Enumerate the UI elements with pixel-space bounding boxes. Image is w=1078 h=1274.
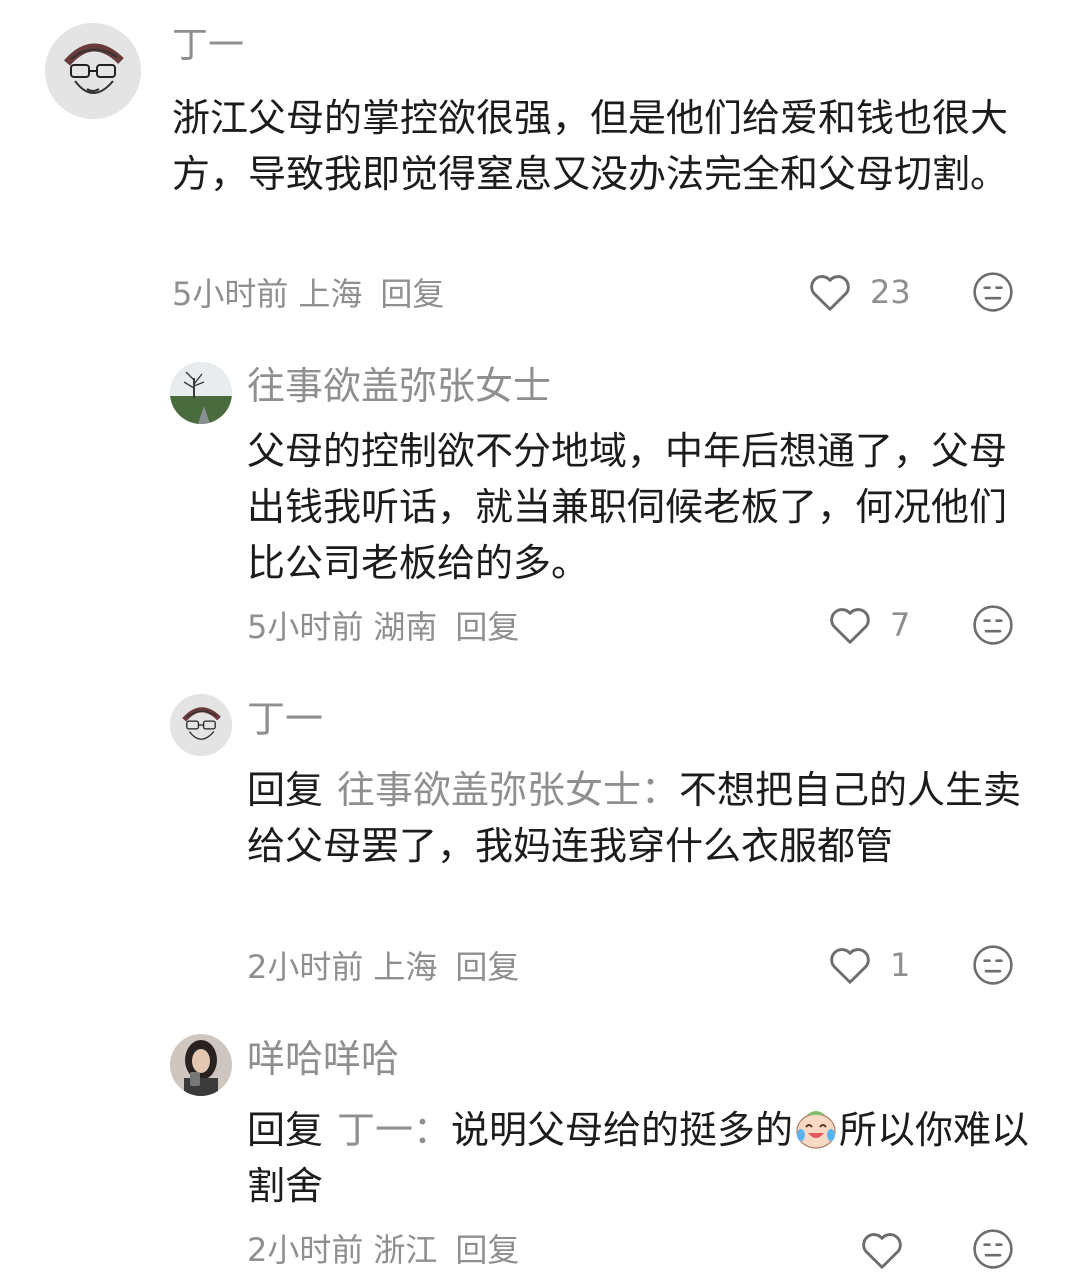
author-name[interactable]: 丁一 (247, 694, 323, 744)
reply-button[interactable]: 回复 (455, 602, 519, 648)
author-name[interactable]: 往事欲盖弥张女士 (247, 361, 551, 411)
comment-meta: 5小时前 上海 回复 (172, 270, 444, 314)
neutral-face-icon (973, 272, 1013, 312)
avatar[interactable] (170, 362, 232, 424)
comment-text: 父母的控制欲不分地域，中年后想通了，父母出钱我听话，就当兼职伺候老板了，何况他们… (247, 429, 1008, 585)
author-name[interactable]: 丁一 (172, 22, 244, 70)
like-button[interactable]: 1 (828, 943, 910, 987)
like-count: 1 (890, 946, 911, 984)
comment-meta: 2小时前 上海 回复 (247, 943, 519, 987)
heart-icon (830, 608, 870, 644)
sketch-glasses-avatar-icon (170, 694, 232, 756)
landscape-tree-avatar-icon (170, 362, 232, 424)
avatar[interactable] (170, 694, 232, 756)
crying-laughing-emoji-icon (796, 1111, 836, 1149)
avatar[interactable] (170, 1034, 232, 1096)
comment-text: 浙江父母的掌控欲很强，但是他们给爱和钱也很大方，导致我即觉得窒息又没办法完全和父… (172, 96, 1009, 196)
heart-icon (862, 1233, 902, 1269)
timestamp: 5小时前 (172, 275, 289, 313)
like-button[interactable]: 23 (808, 270, 911, 314)
timestamp: 5小时前 (247, 608, 364, 646)
comment-meta: 5小时前 湖南 回复 (247, 603, 519, 647)
like-count: 7 (890, 606, 911, 644)
heart-icon (810, 275, 850, 311)
reply-prefix: 回复 (247, 768, 324, 812)
timestamp: 2小时前 (247, 948, 364, 986)
location: 上海 (373, 948, 438, 986)
timestamp: 2小时前 (247, 1231, 364, 1269)
reply-text-before: 说明父母给的挺多的 (451, 1108, 794, 1152)
comment-meta: 2小时前 浙江 回复 (247, 1226, 519, 1270)
reply-button[interactable]: 回复 (455, 1225, 519, 1271)
reply-target-name[interactable]: 往事欲盖弥张女士： (337, 768, 679, 812)
dislike-button[interactable] (972, 1228, 1014, 1270)
dislike-button[interactable] (972, 604, 1014, 646)
location: 湖南 (373, 608, 438, 646)
location: 上海 (298, 275, 363, 313)
dislike-button[interactable] (972, 944, 1014, 986)
avatar[interactable] (45, 23, 141, 119)
dislike-button[interactable] (972, 271, 1014, 313)
like-button[interactable] (860, 1228, 904, 1272)
girl-photo-avatar-icon (170, 1034, 232, 1096)
like-count: 23 (870, 273, 911, 311)
comment-text: 回复 往事欲盖弥张女士：不想把自己的人生卖给父母罢了，我妈连我穿什么衣服都管 (247, 762, 1037, 874)
neutral-face-icon (973, 605, 1013, 645)
reply-target-name[interactable]: 丁一： (337, 1108, 451, 1152)
reply-button[interactable]: 回复 (455, 942, 519, 988)
heart-icon (830, 948, 870, 984)
neutral-face-icon (973, 945, 1013, 985)
like-button[interactable]: 7 (828, 603, 910, 647)
reply-prefix: 回复 (247, 1108, 324, 1152)
neutral-face-icon (973, 1229, 1013, 1269)
comment-text: 回复 丁一：说明父母给的挺多的 所以你难以割舍 (247, 1102, 1047, 1214)
sketch-glasses-avatar-icon (45, 23, 141, 119)
reply-button[interactable]: 回复 (380, 269, 444, 315)
location: 浙江 (373, 1231, 438, 1269)
author-name[interactable]: 咩哈咩哈 (247, 1034, 399, 1084)
